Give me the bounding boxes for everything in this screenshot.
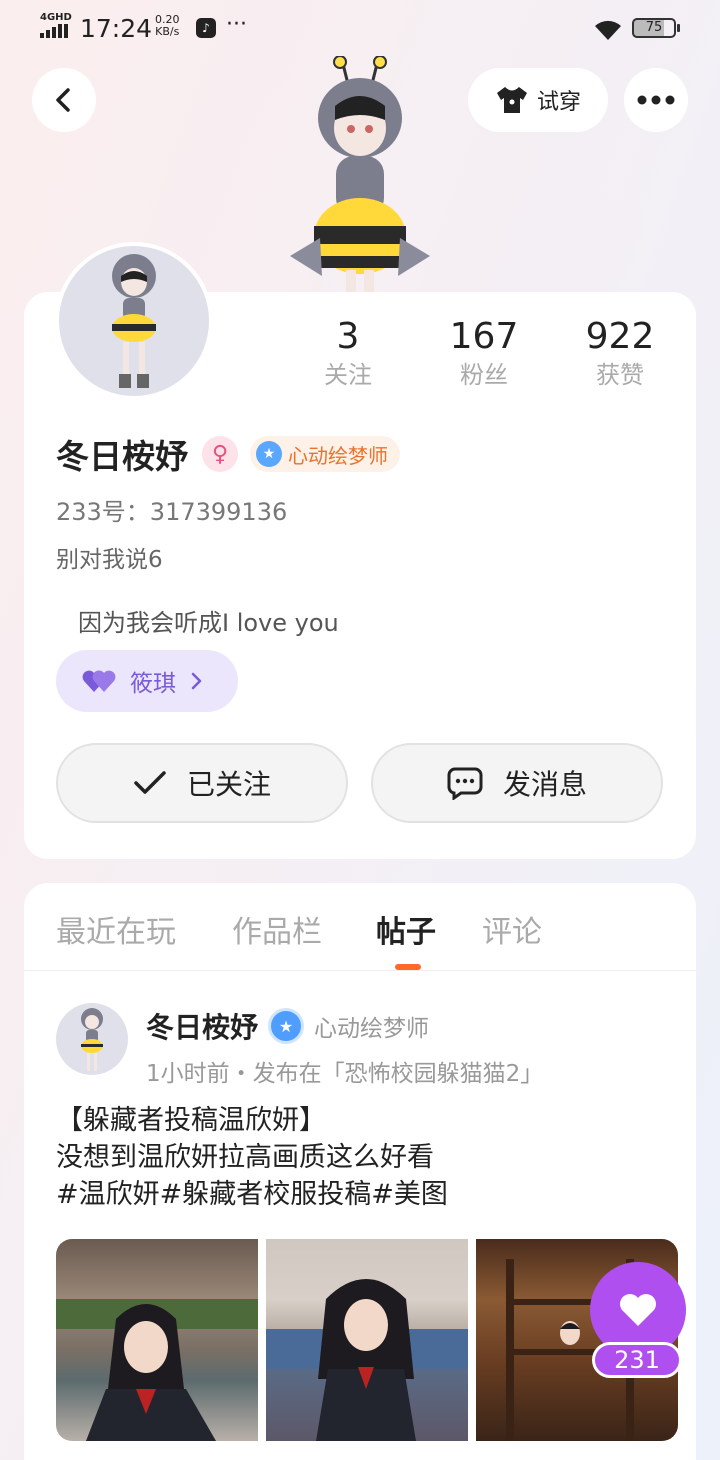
star-badge-icon: ★ xyxy=(256,441,282,467)
try-on-label: 试穿 xyxy=(536,90,581,115)
username: 冬日桉妤 xyxy=(56,437,188,476)
post-image-art xyxy=(266,1279,468,1441)
bio-line-1: 别对我说6 xyxy=(56,547,163,573)
title-badge-label: 心动绘梦师 xyxy=(288,443,388,468)
stat-value: 3 xyxy=(336,316,360,357)
stat-label: 关注 xyxy=(324,361,372,389)
tab-comments[interactable]: 评论 xyxy=(482,907,542,951)
more-notifications-icon: ··· xyxy=(226,12,247,37)
stat-likes[interactable]: 922 获赞 xyxy=(570,316,670,392)
stat-value: 922 xyxy=(585,316,655,357)
post-author-row: 冬日桉妤 ★ 心动绘梦师 xyxy=(146,1006,429,1046)
cp-link-button[interactable]: 筱琪 xyxy=(56,650,238,712)
heart-icon xyxy=(620,1294,656,1326)
more-dots-icon xyxy=(637,95,675,105)
network-speed: 0.20 KB/s xyxy=(155,14,180,38)
cp-name: 筱琪 xyxy=(130,671,176,697)
post-meta[interactable]: 1小时前・发布在「恐怖校园躲猫猫2」 xyxy=(146,1054,543,1088)
stats-row: 3 关注 167 粉丝 922 获赞 xyxy=(290,316,690,396)
chevron-left-icon xyxy=(56,88,70,112)
tshirt-icon xyxy=(496,87,527,113)
check-icon xyxy=(134,771,166,794)
tab-recent-play[interactable]: 最近在玩 xyxy=(56,907,176,951)
post-image-grid xyxy=(56,1239,678,1441)
active-tab-indicator xyxy=(395,964,421,970)
avatar-figure xyxy=(112,254,156,388)
bio-line-2: 因为我会听成I love you xyxy=(78,609,339,637)
post-body[interactable]: 【躲藏者投稿温欣妍】 没想到温欣妍拉高画质这么好看 #温欣妍#躲藏者校服投稿#美… xyxy=(56,1102,448,1213)
message-button[interactable]: 发消息 xyxy=(371,743,663,823)
network-type: 4GHD xyxy=(40,12,72,23)
clock: 17:24 xyxy=(80,14,153,43)
chevron-right-icon xyxy=(191,672,202,690)
post-author-name[interactable]: 冬日桉妤 xyxy=(146,1006,258,1046)
post-author-title: 心动绘梦师 xyxy=(314,1016,430,1042)
post-text-line: 没想到温欣妍拉高画质这么好看 xyxy=(56,1142,434,1173)
stat-following[interactable]: 3 关注 xyxy=(298,316,398,392)
post-author-avatar[interactable] xyxy=(56,1003,128,1075)
user-id[interactable]: 233号：317399136 xyxy=(56,492,287,527)
post-text-line: 【躲藏者投稿温欣妍】 xyxy=(56,1105,326,1136)
follow-label: 已关注 xyxy=(186,768,271,801)
status-bar: 4GHD 17:24 0.20 KB/s ♪ ··· 75 xyxy=(0,0,720,56)
tiktok-icon: ♪ xyxy=(196,18,216,38)
post-image[interactable] xyxy=(56,1239,258,1441)
stat-followers[interactable]: 167 粉丝 xyxy=(434,316,534,392)
wifi-icon xyxy=(595,20,621,40)
more-options-button[interactable] xyxy=(624,68,688,132)
avatar-3d-figure xyxy=(290,56,430,296)
message-label: 发消息 xyxy=(502,768,587,801)
stat-value: 167 xyxy=(449,316,519,357)
signal-icon xyxy=(40,24,70,38)
chat-bubble-icon xyxy=(447,767,483,800)
post-avatar-figure xyxy=(81,1008,103,1071)
female-gender-icon: ♀ xyxy=(202,436,238,472)
tab-posts[interactable]: 帖子 xyxy=(376,907,436,951)
star-badge-icon: ★ xyxy=(268,1008,305,1044)
post-text-line: #温欣妍#躲藏者校服投稿#美图 xyxy=(56,1179,448,1210)
back-button[interactable] xyxy=(32,68,96,132)
name-row: 冬日桉妤 ♀ ★ 心动绘梦师 xyxy=(56,432,400,476)
stat-label: 粉丝 xyxy=(460,361,508,389)
tab-bar: 最近在玩 作品栏 帖子 评论 xyxy=(24,883,696,971)
post-image[interactable] xyxy=(266,1239,468,1441)
speed-unit: KB/s xyxy=(155,25,180,38)
avatar[interactable] xyxy=(55,242,213,400)
tab-works[interactable]: 作品栏 xyxy=(232,907,322,951)
try-on-button[interactable]: 试穿 xyxy=(468,68,608,132)
double-heart-icon xyxy=(82,670,116,692)
follow-button[interactable]: 已关注 xyxy=(56,743,348,823)
post-image-art xyxy=(56,1299,258,1441)
title-badge[interactable]: ★ 心动绘梦师 xyxy=(250,436,400,472)
like-count: 231 xyxy=(592,1342,682,1378)
battery-icon: 75 xyxy=(632,18,680,38)
stat-label: 获赞 xyxy=(596,361,644,389)
